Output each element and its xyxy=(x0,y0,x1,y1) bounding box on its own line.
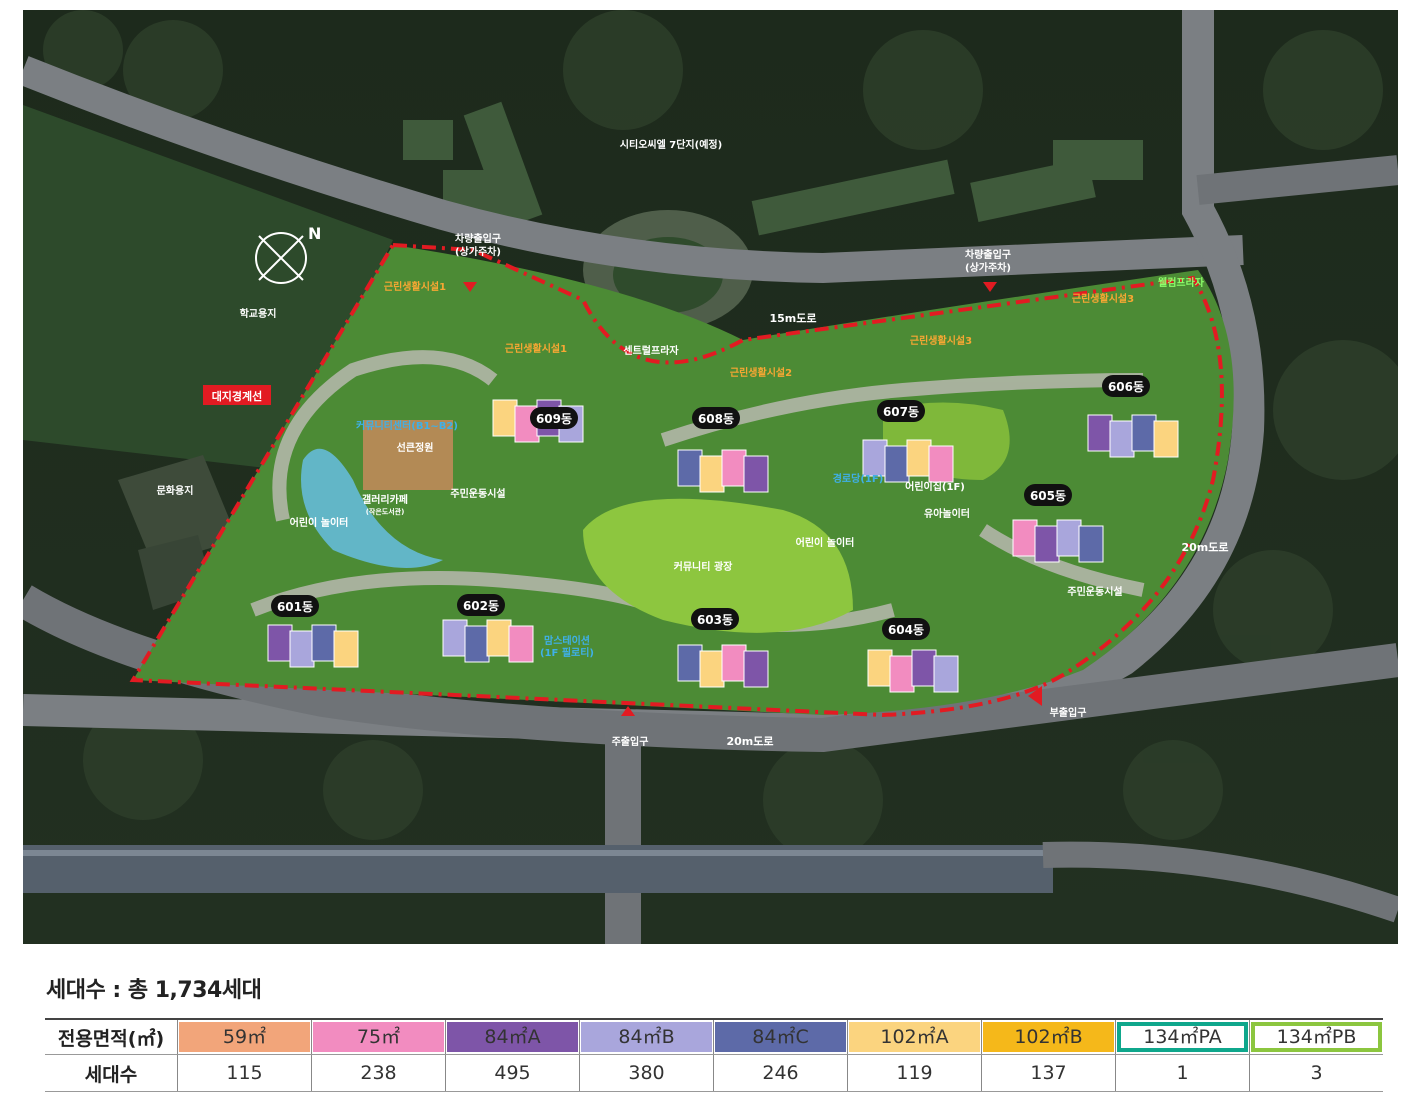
sunken-garden-label: 선큰정원 xyxy=(397,441,434,454)
unit-type-table: 전용면적(㎡) 59㎡ 75㎡ 84㎡A 84㎡B 84㎡C 102㎡A 102… xyxy=(45,1018,1383,1092)
sub-entrance-label: 부출입구 xyxy=(1050,706,1087,719)
area-59: 59㎡ xyxy=(179,1022,310,1052)
count-134pa: 1 xyxy=(1115,1054,1250,1092)
count-row: 세대수 115 238 495 380 246 119 137 1 3 xyxy=(45,1054,1383,1092)
community-plaza-label: 커뮤니티 광장 xyxy=(674,560,733,573)
road-15m-label: 15m도로 xyxy=(769,312,816,325)
area-header: 전용면적(㎡) xyxy=(45,1018,178,1055)
nf3-label: 근린생활시설3 xyxy=(910,334,972,347)
building-label: 608동 xyxy=(698,412,734,426)
building-label: 606동 xyxy=(1108,380,1144,394)
count-102b: 137 xyxy=(981,1054,1116,1092)
area-84b: 84㎡B xyxy=(581,1022,712,1052)
welcome-plaza-label: 웰컴프라자 xyxy=(1158,276,1205,289)
toddler-playground-label: 유아놀이터 xyxy=(924,507,970,520)
community-center-label: 커뮤니티센터(B1~B2) xyxy=(356,419,458,432)
daycare-label: 어린이집(1F) xyxy=(905,480,965,493)
nf3-east-label: 근린생활시설3 xyxy=(1072,292,1134,305)
building-label: 605동 xyxy=(1030,489,1066,503)
building-label: 601동 xyxy=(277,600,313,614)
main-entrance-label: 주출입구 xyxy=(612,735,649,748)
gallery-cafe-sub: (작은도서관) xyxy=(366,507,405,516)
car-entrance-2-label: 차량출입구 xyxy=(965,248,1011,261)
area-102b: 102㎡B xyxy=(983,1022,1114,1052)
moms-station-label: 맘스테이션 xyxy=(544,634,590,647)
car-entrance-1-label: 차량출입구 xyxy=(455,232,501,245)
area-84c: 84㎡C xyxy=(715,1022,846,1052)
area-102a: 102㎡A xyxy=(849,1022,980,1052)
area-75: 75㎡ xyxy=(313,1022,444,1052)
boundary-label: 대지경계선 xyxy=(212,389,263,403)
senior-center-label: 경로당(1F) xyxy=(833,472,884,485)
building-label: 609동 xyxy=(536,412,572,426)
building-label: 602동 xyxy=(463,599,499,613)
culture-land-label: 문화용지 xyxy=(157,484,194,497)
road-20m-south-label: 20m도로 xyxy=(726,735,773,748)
count-102a: 119 xyxy=(847,1054,982,1092)
city7-label: 시티오씨엘 7단지(예정) xyxy=(620,138,722,151)
nf2-label: 근린생활시설2 xyxy=(730,366,792,379)
fitness-west-label: 주민운동시설 xyxy=(450,487,505,500)
count-header: 세대수 xyxy=(45,1054,178,1092)
count-75: 238 xyxy=(311,1054,446,1092)
count-84a: 495 xyxy=(445,1054,580,1092)
count-59: 115 xyxy=(177,1054,312,1092)
building-label: 607동 xyxy=(883,405,919,419)
road-20m-east-label: 20m도로 xyxy=(1181,541,1228,554)
area-134pa: 134㎡PA xyxy=(1117,1022,1248,1052)
north-label: N xyxy=(308,224,321,243)
building-label: 604동 xyxy=(888,623,924,637)
building-609: 609동 xyxy=(492,399,584,443)
building-label: 603동 xyxy=(697,613,733,627)
area-row: 전용면적(㎡) 59㎡ 75㎡ 84㎡A 84㎡B 84㎡C 102㎡A 102… xyxy=(45,1018,1383,1055)
nf1-west-label: 근린생활시설1 xyxy=(384,280,446,293)
unit-count-title: 세대수 : 총 1,734세대 xyxy=(46,978,262,1003)
count-84c: 246 xyxy=(713,1054,848,1092)
area-84a: 84㎡A xyxy=(447,1022,578,1052)
site-plan-map: 601동 602동 603동 604동 605동 606동 607동 608동 609동 N 대… xyxy=(23,10,1398,944)
playground-center-label: 어린이 놀이터 xyxy=(796,536,855,549)
count-84b: 380 xyxy=(579,1054,714,1092)
car-entrance-1-sub: (상가주차) xyxy=(455,245,501,258)
gallery-cafe-label: 갤러리카페 xyxy=(362,493,408,506)
playground-west-label: 어린이 놀이터 xyxy=(290,516,349,529)
fitness-east-label: 주민운동시설 xyxy=(1067,585,1122,598)
school-land-label: 학교용지 xyxy=(240,307,277,320)
central-plaza-label: 센트럴프라자 xyxy=(623,344,679,357)
area-134pb: 134㎡PB xyxy=(1251,1022,1382,1052)
moms-station-sub: (1F 필로티) xyxy=(540,646,594,659)
car-entrance-2-sub: (상가주차) xyxy=(965,261,1011,274)
nf1-label: 근린생활시설1 xyxy=(505,342,567,355)
count-134pb: 3 xyxy=(1249,1054,1383,1092)
